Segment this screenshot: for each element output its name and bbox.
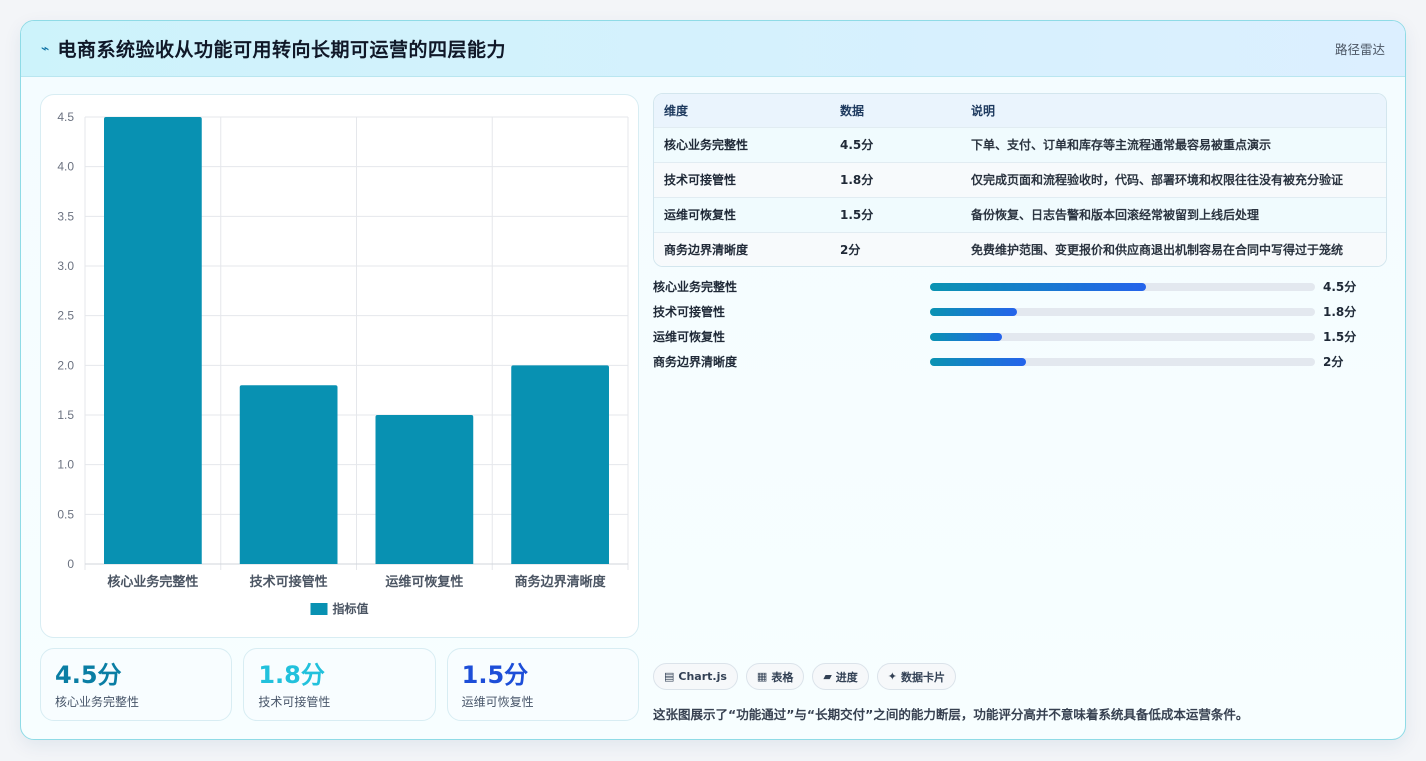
y-tick-label: 3.0	[57, 259, 74, 273]
kpi-card: 1.5分 运维可恢复性	[446, 648, 639, 721]
page-title: 电商系统验收从功能可用转向长期可运营的四层能力	[57, 39, 506, 61]
table-cell: 2分	[840, 243, 861, 258]
column-header: 说明	[971, 103, 996, 118]
y-tick-label: 1.5	[57, 408, 74, 422]
y-tick-label: 4.5	[57, 110, 74, 124]
progress-fill	[930, 283, 1146, 291]
column-header: 维度	[664, 103, 689, 118]
kpi-value: 4.5分	[55, 661, 122, 689]
chip-label: Chart.js	[678, 670, 727, 683]
table-cell: 运维可恢复性	[664, 208, 737, 222]
footer-note: 这张图展示了“功能通过”与“长期交付”之间的能力断层，功能评分高并不意味着系统具…	[653, 707, 1249, 722]
y-tick-label: 4.0	[57, 160, 74, 174]
progress-fill	[930, 308, 1017, 316]
chip-data-card[interactable]: ✦ 数据卡片	[876, 663, 957, 690]
legend-swatch	[310, 603, 328, 615]
progress-label: 运维可恢复性	[653, 330, 726, 344]
progress-value: 4.5分	[1323, 280, 1357, 294]
progress-value: 1.8分	[1323, 305, 1357, 319]
header-tag: 路径雷达	[1334, 42, 1385, 57]
card-icon: ✦	[887, 670, 898, 683]
chart-icon: ▤	[664, 670, 675, 683]
progress-row: 商务边界清晰度 2分	[653, 352, 1387, 377]
progress-track	[930, 358, 1315, 366]
bar	[511, 365, 609, 564]
table-cell: 技术可接管性	[664, 173, 737, 187]
chip-label: 进度	[835, 670, 858, 684]
kpi-card: 4.5分 核心业务完整性	[40, 648, 233, 721]
progress-fill	[930, 333, 1003, 341]
y-tick-label: 0.5	[57, 507, 74, 521]
progress-fill	[930, 358, 1027, 366]
table-cell: 4.5分	[840, 138, 874, 152]
y-tick-label: 1.0	[57, 458, 74, 472]
progress-row: 运维可恢复性 1.5分	[653, 327, 1387, 352]
table-row: 技术可接管性 1.8分 仅完成页面和流程验收时，代码、部署环境和权限往往没有被充…	[654, 162, 1386, 197]
bar-chart: 0 0.5 1.0 1.5 2.0 2.5 3.0 3.5 4.0 4.5 核心业务完整性 技术可接管…	[57, 110, 629, 616]
feature-chips: ▤ Chart.js ▦ 表格 ▰ 进度 ✦ 数据卡片	[653, 663, 957, 690]
card-header: ⌁ 电商系统验收从功能可用转向长期可运营的四层能力 路径雷达	[21, 21, 1405, 77]
chip-label: 数据卡片	[901, 670, 946, 684]
table-cell: 商务边界清晰度	[664, 243, 749, 258]
table-row: 核心业务完整性 4.5分 下单、支付、订单和库存等主流程通常最容易被重点演示	[654, 127, 1386, 162]
y-tick-label: 2.5	[57, 309, 74, 323]
table-cell: 下单、支付、订单和库存等主流程通常最容易被重点演示	[971, 138, 1272, 152]
chip-table[interactable]: ▦ 表格	[745, 663, 805, 690]
table-row: 运维可恢复性 1.5分 备份恢复、日志告警和版本回滚经常被留到上线后处理	[654, 197, 1386, 232]
kpi-label: 核心业务完整性	[55, 695, 140, 709]
x-tick-label: 技术可接管性	[250, 574, 328, 590]
progress-icon: ▰	[823, 670, 832, 683]
kpi-value: 1.8分	[258, 661, 325, 689]
data-table: 维度 数据 说明 核心业务完整性 4.5分 下单、支付、订单和库存等主流程通常最…	[653, 93, 1387, 267]
x-tick-label: 核心业务完整性	[107, 574, 198, 590]
progress-value: 1.5分	[1323, 330, 1357, 344]
table-cell: 备份恢复、日志告警和版本回滚经常被留到上线后处理	[971, 208, 1260, 222]
y-tick-label: 0	[67, 557, 74, 571]
chip-label: 表格	[771, 670, 794, 684]
table-cell: 免费维护范围、变更报价和供应商退出机制容易在合同中写得过于笼统	[971, 243, 1344, 258]
progress-track	[930, 333, 1315, 341]
chip-chartjs[interactable]: ▤ Chart.js	[653, 663, 738, 690]
progress-track	[930, 308, 1315, 316]
y-tick-label: 2.0	[57, 358, 74, 372]
column-header: 数据	[840, 103, 865, 118]
table-cell: 1.8分	[840, 173, 874, 187]
legend-label: 指标值	[333, 601, 369, 616]
progress-label: 核心业务完整性	[653, 280, 738, 294]
bar	[375, 415, 474, 564]
x-tick-label: 运维可恢复性	[385, 574, 463, 590]
table-cell: 核心业务完整性	[664, 138, 749, 152]
table-header-row: 维度 数据 说明	[654, 94, 1386, 127]
kpi-cards: 4.5分 核心业务完整性 1.8分 技术可接管性 1.5分 运维可恢复性	[40, 648, 639, 721]
kpi-label: 运维可恢复性	[461, 695, 534, 709]
chip-progress[interactable]: ▰ 进度	[812, 663, 869, 690]
table-cell: 1.5分	[840, 208, 874, 222]
dashboard-card: ⌁ 电商系统验收从功能可用转向长期可运营的四层能力 路径雷达 0 0.5 1.0 1.…	[20, 20, 1406, 740]
bar	[239, 385, 338, 564]
progress-row: 核心业务完整性 4.5分	[653, 277, 1387, 302]
progress-list: 核心业务完整性 4.5分 技术可接管性 1.8分 运维可恢复性 1.5分 商务边…	[653, 277, 1387, 377]
kpi-label: 技术可接管性	[258, 695, 331, 709]
progress-label: 技术可接管性	[653, 305, 726, 319]
y-tick-label: 3.5	[57, 209, 74, 223]
trend-icon: ⌁	[41, 40, 50, 57]
table-icon: ▦	[756, 670, 768, 683]
progress-track	[930, 283, 1315, 291]
bar-chart-panel: 0 0.5 1.0 1.5 2.0 2.5 3.0 3.5 4.0 4.5 核心业务完整性 技术可接管…	[40, 94, 639, 638]
kpi-card: 1.8分 技术可接管性	[243, 648, 436, 721]
x-tick-label: 商务边界清晰度	[515, 574, 607, 590]
progress-value: 2分	[1323, 355, 1344, 369]
table-row: 商务边界清晰度 2分 免费维护范围、变更报价和供应商退出机制容易在合同中写得过于…	[654, 232, 1386, 266]
progress-label: 商务边界清晰度	[653, 355, 738, 369]
table-cell: 仅完成页面和流程验收时，代码、部署环境和权限往往没有被充分验证	[971, 173, 1344, 187]
progress-row: 技术可接管性 1.8分	[653, 302, 1387, 327]
kpi-value: 1.5分	[461, 661, 529, 689]
bar	[104, 117, 202, 564]
